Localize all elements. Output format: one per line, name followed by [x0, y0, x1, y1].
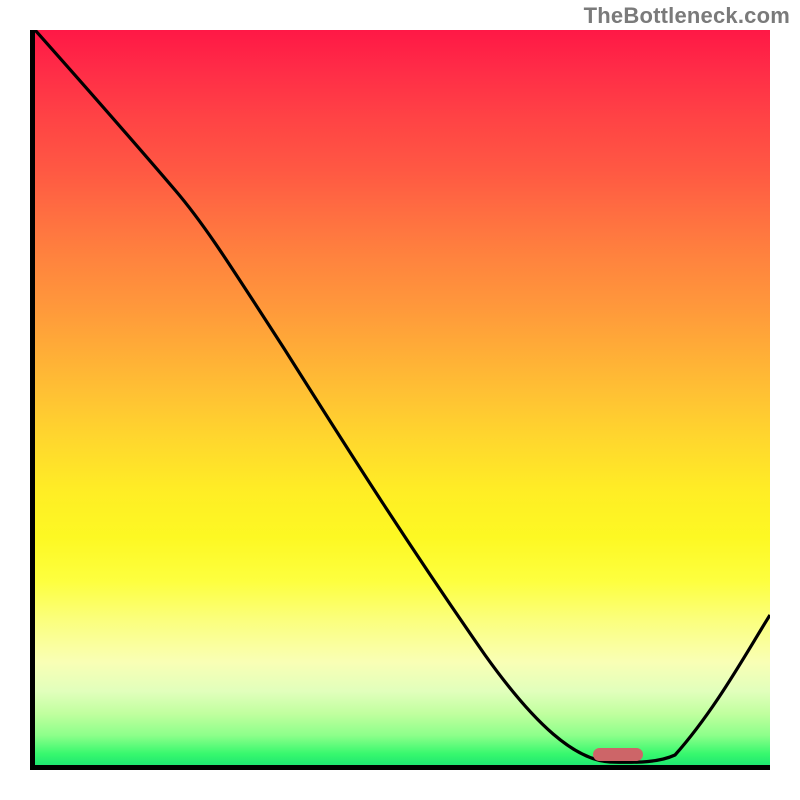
- attribution-text: TheBottleneck.com: [584, 3, 790, 29]
- optimal-range-marker: [593, 748, 643, 761]
- chart-container: TheBottleneck.com: [0, 0, 800, 800]
- plot-area: [30, 30, 770, 770]
- gradient-background: [35, 30, 770, 765]
